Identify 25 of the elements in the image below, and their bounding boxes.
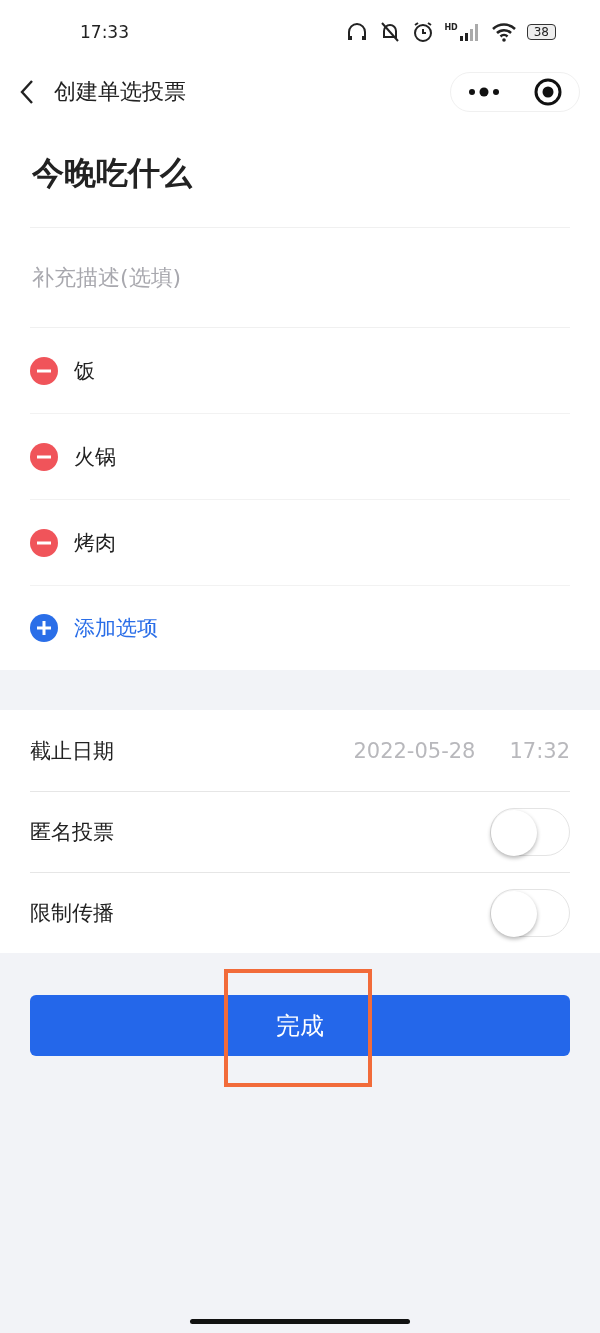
add-icon[interactable] bbox=[30, 614, 58, 642]
setting-label: 截止日期 bbox=[30, 737, 114, 765]
option-text[interactable]: 烤肉 bbox=[74, 528, 116, 557]
option-text[interactable]: 火锅 bbox=[74, 442, 116, 471]
headphones-icon bbox=[346, 21, 369, 43]
done-button[interactable]: 完成 bbox=[30, 995, 570, 1056]
wifi-icon bbox=[490, 22, 517, 42]
status-time: 17:33 bbox=[80, 22, 129, 42]
setting-label: 匿名投票 bbox=[30, 819, 114, 846]
remove-icon[interactable] bbox=[30, 356, 58, 385]
alarm-icon bbox=[412, 21, 435, 43]
network-label: HD bbox=[444, 23, 458, 32]
page-title: 创建单选投票 bbox=[54, 78, 187, 106]
remove-icon[interactable] bbox=[30, 528, 58, 557]
toggle-switch[interactable] bbox=[490, 808, 570, 856]
remove-icon[interactable] bbox=[30, 442, 58, 471]
option-text[interactable]: 饭 bbox=[74, 356, 95, 385]
back-icon[interactable] bbox=[20, 79, 34, 105]
battery-indicator: 38 bbox=[526, 24, 556, 40]
close-icon[interactable] bbox=[534, 78, 562, 106]
more-icon[interactable] bbox=[468, 87, 500, 97]
signal-icon bbox=[458, 22, 481, 42]
setting-label: 限制传播 bbox=[30, 900, 114, 927]
add-option-link[interactable]: 添加选项 bbox=[74, 614, 158, 642]
toggle-switch[interactable] bbox=[490, 889, 570, 937]
